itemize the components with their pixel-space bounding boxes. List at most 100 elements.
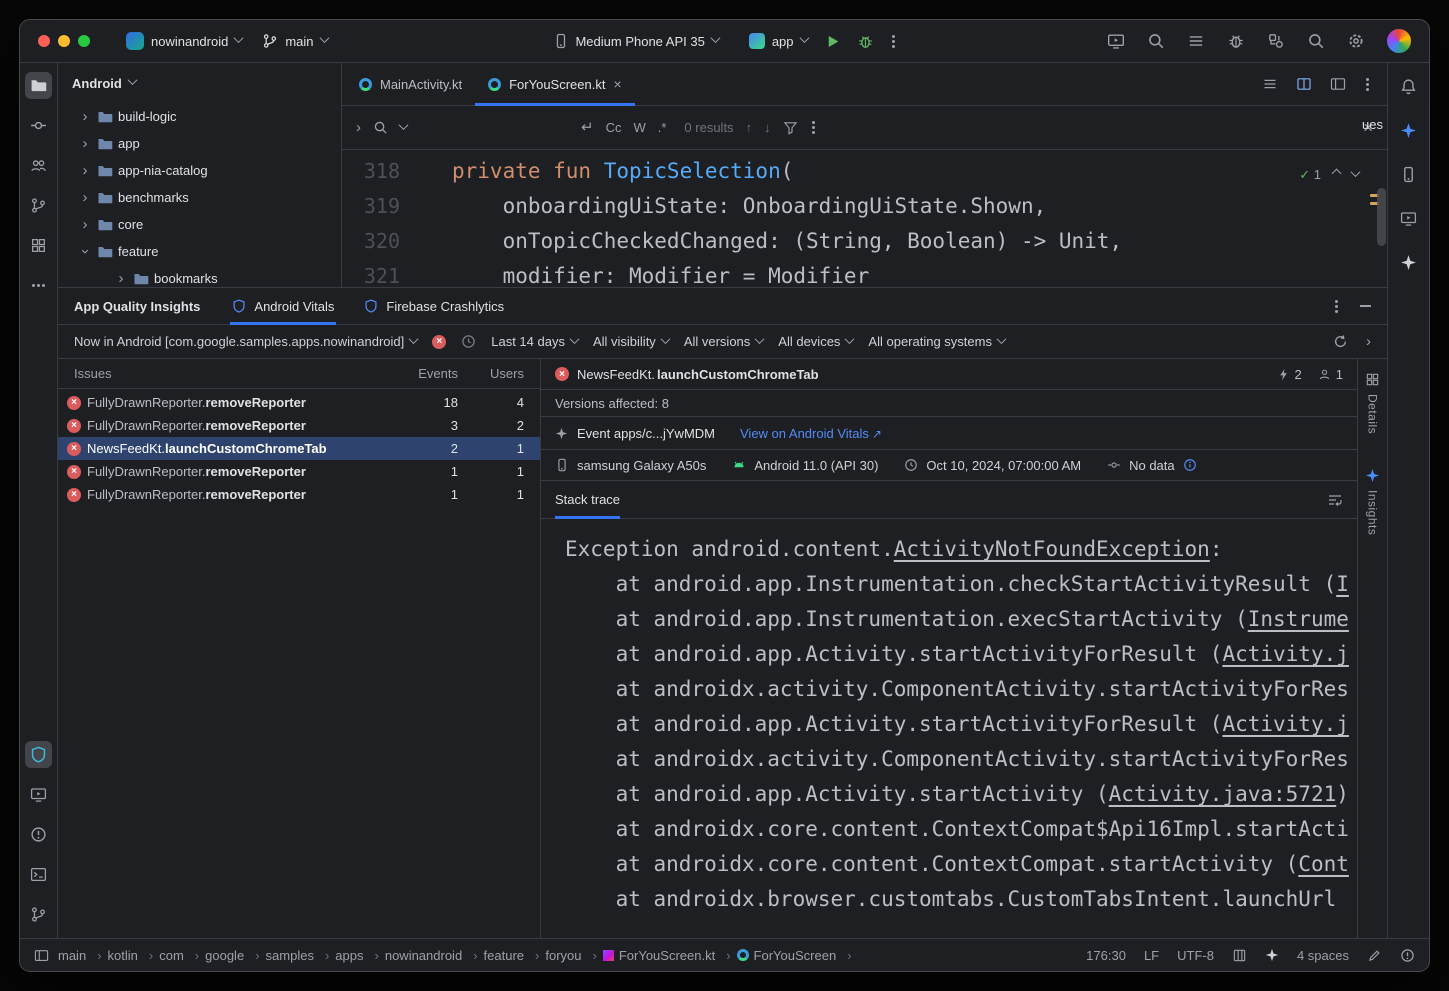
column-layout-icon[interactable] [1232, 948, 1247, 963]
tree-item[interactable]: app [58, 130, 341, 157]
pull-requests-tool-button[interactable] [25, 192, 52, 219]
stack-link[interactable]: Instrume [1248, 607, 1349, 631]
search-history-chevron-icon[interactable] [399, 120, 409, 130]
chevron-icon[interactable] [78, 244, 92, 260]
line-separator-widget[interactable]: LF [1144, 948, 1159, 963]
stack-trace-view[interactable]: Exception android.content.ActivityNotFou… [541, 519, 1357, 938]
plugins-icon[interactable] [1267, 32, 1285, 50]
branch-selector[interactable]: main [262, 33, 327, 49]
run-configuration-selector[interactable]: app [749, 33, 808, 49]
device-streaming-icon[interactable] [1107, 32, 1125, 50]
ai-sparkle-icon[interactable] [1265, 948, 1279, 962]
device-manager-tool-button[interactable] [1395, 205, 1422, 232]
stack-link[interactable]: Activity.j [1222, 712, 1348, 736]
notifications-tool-button[interactable] [1395, 73, 1422, 100]
code-line[interactable]: 319 onboardingUiState: OnboardingUiState… [342, 189, 1387, 224]
chevron-icon[interactable] [78, 136, 92, 152]
stack-link[interactable]: I [1336, 572, 1349, 596]
stack-link[interactable]: Activity.j [1222, 642, 1348, 666]
code-line[interactable]: 320 onTopicCheckedChanged: (String, Bool… [342, 224, 1387, 259]
refresh-icon[interactable] [1333, 334, 1348, 349]
run-button[interactable] [824, 33, 841, 50]
split-editor-icon[interactable] [1296, 76, 1312, 92]
breadcrumb-item[interactable]: foryou [545, 948, 602, 963]
filter-dropdown[interactable]: All operating systems [868, 334, 1005, 349]
code-line[interactable]: 321 modifier: Modifier = Modifier [342, 259, 1387, 287]
code-editor[interactable]: 318 private fun TopicSelection( 319 onbo… [342, 150, 1387, 287]
filter-dropdown[interactable]: All devices [778, 334, 853, 349]
resource-manager-tool-button[interactable] [25, 232, 52, 259]
stack-link[interactable]: Activity.java:5721 [1109, 782, 1337, 806]
user-avatar[interactable] [1387, 29, 1411, 53]
project-view-header[interactable]: Android [58, 63, 341, 103]
details-side-tab[interactable]: Details [1365, 372, 1380, 434]
breadcrumb-item[interactable]: ForYouScreen.kt [603, 948, 737, 963]
encoding-widget[interactable]: UTF-8 [1177, 948, 1214, 963]
debug-button[interactable] [857, 33, 874, 50]
chevron-icon[interactable] [78, 109, 92, 125]
line-number[interactable]: 320 [342, 224, 452, 259]
column-events[interactable]: Events [396, 366, 474, 381]
line-number[interactable]: 318 [342, 154, 452, 189]
minimize-window-button[interactable] [58, 35, 70, 47]
regex-toggle[interactable]: .* [658, 120, 667, 135]
stack-frame[interactable]: at android.app.Activity.startActivityFor… [565, 637, 1357, 672]
ai-assistant-tool-button[interactable] [1395, 249, 1422, 276]
aqi-tab[interactable]: Android Vitals [232, 288, 334, 324]
version-control-tool-button[interactable] [25, 901, 52, 928]
commit-tool-button[interactable] [25, 112, 52, 139]
breadcrumb-item[interactable]: kotlin [108, 948, 160, 963]
write-access-icon[interactable] [1367, 948, 1382, 963]
editor-scrollbar[interactable] [1377, 188, 1386, 246]
stack-frame[interactable]: at androidx.core.content.ContextCompat$A… [565, 812, 1357, 847]
stack-frame[interactable]: Exception android.content.ActivityNotFou… [565, 532, 1357, 567]
column-issues[interactable]: Issues [74, 366, 396, 381]
inspection-widget[interactable]: 1 [1299, 157, 1359, 192]
aqi-tab[interactable]: Firebase Crashlytics [364, 288, 504, 324]
stack-frame[interactable]: at androidx.activity.ComponentActivity.s… [565, 672, 1357, 707]
chevron-icon[interactable] [78, 190, 92, 206]
more-tool-windows-button[interactable] [25, 272, 52, 299]
close-window-button[interactable] [38, 35, 50, 47]
running-devices-tool-button[interactable] [25, 781, 52, 808]
zoom-window-button[interactable] [78, 35, 90, 47]
newline-icon[interactable] [581, 120, 594, 135]
more-search-options-icon[interactable] [812, 126, 815, 129]
filter-dropdown[interactable]: All visibility [593, 334, 669, 349]
task-list-icon[interactable] [1187, 32, 1205, 50]
breadcrumb-item[interactable]: nowinandroid [385, 948, 484, 963]
stack-frame[interactable]: at android.app.Activity.startActivityFor… [565, 707, 1357, 742]
info-icon[interactable] [1183, 458, 1197, 472]
tree-item[interactable]: build-logic [58, 103, 341, 130]
minimize-panel-icon[interactable] [1360, 305, 1371, 307]
tree-item[interactable]: app-nia-catalog [58, 157, 341, 184]
stack-frame[interactable]: at android.app.Activity.startActivity (A… [565, 777, 1357, 812]
collapse-find-icon[interactable] [356, 120, 361, 135]
soft-wrap-icon[interactable] [1327, 492, 1343, 508]
issue-row[interactable]: FullyDrawnReporter.removeReporter 1 1 [58, 483, 540, 506]
caret-position-widget[interactable]: 176:30 [1086, 948, 1126, 963]
indent-widget[interactable]: 4 spaces [1297, 948, 1349, 963]
device-explorer-tool-button[interactable] [1395, 161, 1422, 188]
stack-trace-tab[interactable]: Stack trace [555, 481, 620, 518]
issue-row[interactable]: FullyDrawnReporter.removeReporter 18 4 [58, 391, 540, 414]
project-selector[interactable]: nowinandroid [126, 32, 242, 50]
problems-tool-button[interactable] [25, 821, 52, 848]
insights-side-tab[interactable]: Insights [1365, 468, 1380, 535]
next-match-icon[interactable] [764, 121, 771, 134]
stack-frame[interactable]: at androidx.activity.ComponentActivity.s… [565, 742, 1357, 777]
fatal-severity-filter-icon[interactable] [432, 335, 446, 349]
anr-severity-filter-icon[interactable] [461, 334, 476, 349]
debug-tools-icon[interactable] [1227, 32, 1245, 50]
stack-frame[interactable]: at android.app.Instrumentation.execStart… [565, 602, 1357, 637]
file-structure-icon[interactable] [1262, 76, 1278, 92]
previous-problem-icon[interactable] [1332, 168, 1342, 178]
stack-frame[interactable]: at androidx.browser.customtabs.CustomTab… [565, 882, 1357, 917]
issue-row[interactable]: FullyDrawnReporter.removeReporter 1 1 [58, 460, 540, 483]
previous-match-icon[interactable] [746, 121, 753, 134]
issue-row[interactable]: FullyDrawnReporter.removeReporter 3 2 [58, 414, 540, 437]
detach-editor-icon[interactable] [1330, 76, 1346, 92]
project-tool-button[interactable] [25, 72, 52, 99]
next-problem-icon[interactable] [1351, 167, 1361, 177]
breadcrumb-item[interactable]: google [205, 948, 265, 963]
